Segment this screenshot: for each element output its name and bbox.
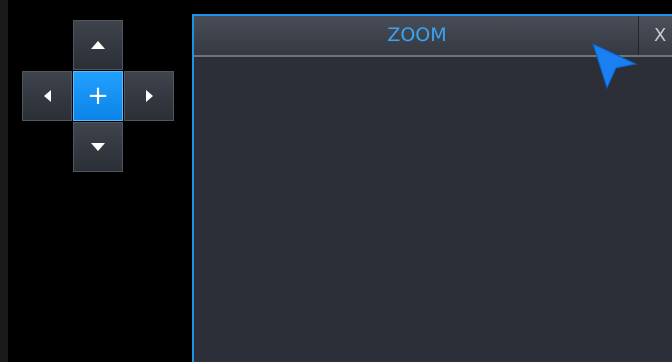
zoom-window: ZOOM X [192, 14, 672, 362]
zoom-window-header: ZOOM X [194, 16, 672, 57]
screen: + ZOOM X [0, 0, 672, 362]
plus-icon: + [87, 81, 109, 111]
arrow-up-icon [91, 41, 105, 49]
zoom-in-button[interactable]: + [73, 71, 123, 121]
close-button[interactable]: X [638, 16, 672, 55]
pan-left-button[interactable] [22, 71, 72, 121]
zoom-view-area[interactable] [194, 57, 672, 362]
screen-edge [0, 0, 8, 362]
pan-right-button[interactable] [124, 71, 174, 121]
arrow-down-icon [91, 143, 105, 151]
zoom-window-title: ZOOM [387, 24, 447, 46]
arrow-right-icon [145, 90, 153, 102]
pan-down-button[interactable] [73, 122, 123, 172]
arrow-left-icon [43, 90, 51, 102]
pan-up-button[interactable] [73, 20, 123, 70]
